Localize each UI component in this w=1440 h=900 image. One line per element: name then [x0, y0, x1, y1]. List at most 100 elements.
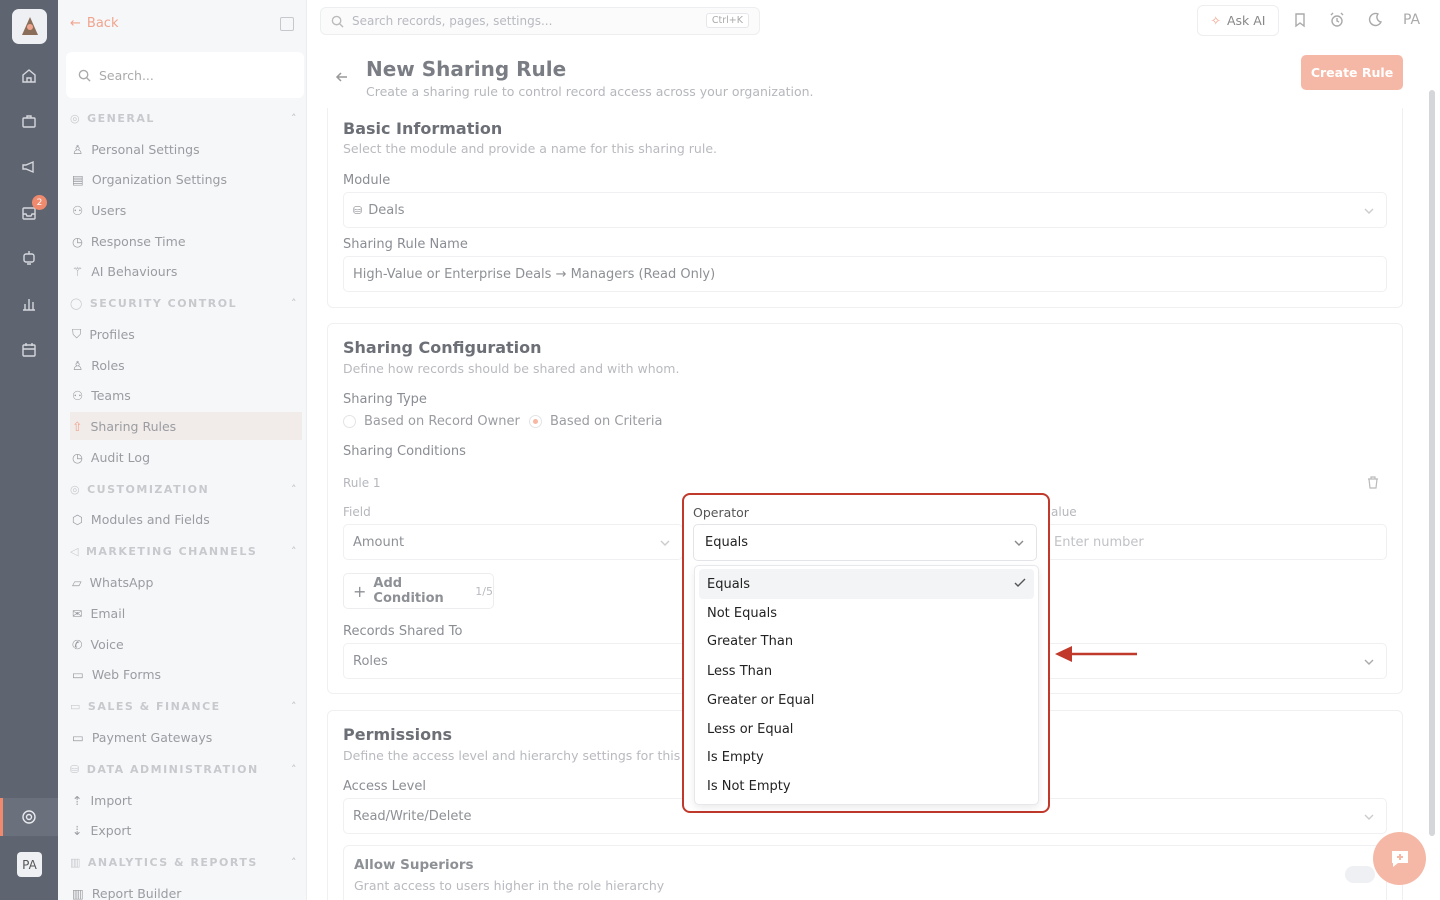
bar-chart-icon: ▥ [70, 856, 82, 869]
sidebar-item-payment-gateways[interactable]: ▭ Payment Gateways [70, 723, 302, 751]
operator-select[interactable]: Equals [693, 524, 1037, 561]
arrow-left-icon[interactable] [335, 70, 349, 84]
field-select[interactable]: Amount [343, 524, 683, 560]
section-sales-finance[interactable]: ▭ SALES & FINANCE ˄ [70, 700, 298, 713]
sidebar-item-label: Modules and Fields [90, 511, 210, 527]
sidebar-item-import[interactable]: ⇡ Import [70, 786, 302, 814]
sidebar-item-web-forms[interactable]: ▭ Web Forms [70, 660, 302, 688]
option-label: Greater or Equal [707, 692, 815, 708]
sidebar-item-users[interactable]: ⚇ Users [70, 196, 302, 224]
operator-option-less-than[interactable]: Less Than [699, 656, 1034, 686]
access-level-label: Access Level [343, 779, 426, 794]
chat-fab[interactable] [1373, 832, 1426, 885]
operator-option-less-or-equal[interactable]: Less or Equal [699, 714, 1034, 744]
value-input[interactable]: Enter number [1044, 524, 1387, 560]
chart-icon[interactable] [19, 294, 39, 314]
chevron-down-icon [1014, 540, 1024, 546]
add-condition-button[interactable]: + Add Condition 1/5 [343, 573, 494, 609]
bot-icon[interactable] [19, 248, 39, 268]
radio-criteria[interactable]: Based on Criteria [529, 414, 662, 429]
back-link[interactable]: ← Back [70, 16, 118, 31]
chevron-up-icon: ˄ [291, 483, 298, 496]
section-customization[interactable]: ◎ CUSTOMIZATION ˄ [70, 483, 298, 496]
sidebar-search[interactable]: Search... [66, 52, 304, 98]
sidebar-item-label: Import [90, 792, 132, 808]
sidebar-item-personal-settings[interactable]: ♙ Personal Settings [70, 135, 302, 163]
share-icon: ⇧ [72, 418, 83, 434]
field-label: Field [343, 505, 371, 519]
user-avatar[interactable]: PA [17, 852, 42, 877]
sidebar-item-roles[interactable]: ♙ Roles [70, 351, 302, 379]
section-title: DATA ADMINISTRATION [86, 763, 259, 776]
page-scrollbar[interactable] [1429, 90, 1435, 836]
operator-option-greater-or-equal[interactable]: Greater or Equal [699, 685, 1034, 715]
app-logo[interactable] [12, 9, 47, 44]
moon-icon[interactable] [1367, 12, 1383, 28]
chat-icon: ▱ [72, 574, 82, 590]
briefcase-icon[interactable] [19, 111, 39, 131]
sidebar-item-response-time[interactable]: ◷ Response Time [70, 227, 302, 255]
option-label: Less or Equal [707, 721, 794, 737]
operator-option-is-empty[interactable]: Is Empty [699, 742, 1034, 772]
sidebar-item-export[interactable]: ⇣ Export [70, 816, 302, 844]
sidebar-item-email[interactable]: ✉ Email [70, 599, 302, 627]
sidebar-item-label: Email [90, 605, 126, 621]
radio-record-owner[interactable]: Based on Record Owner [343, 414, 520, 429]
sidebar-item-whatsapp[interactable]: ▱ WhatsApp [70, 568, 302, 596]
sidebar-item-ai-behaviours[interactable]: ⚚ AI Behaviours [70, 257, 302, 285]
sidebar-item-label: Voice [90, 636, 124, 652]
sidebar-item-label: Teams [91, 387, 131, 403]
sidebar-item-report-builder[interactable]: ▥ Report Builder [70, 879, 302, 900]
operator-option-is-not-empty[interactable]: Is Not Empty [699, 771, 1034, 801]
chevron-up-icon: ˄ [291, 112, 298, 125]
sidebar-item-modules-and-fields[interactable]: ⬡ Modules and Fields [70, 505, 302, 533]
credit-card-icon: ▭ [72, 729, 84, 745]
sharing-config-title: Sharing Configuration [343, 338, 542, 357]
bookmark-icon[interactable] [1292, 12, 1308, 28]
alarm-clock-icon[interactable] [1329, 12, 1345, 28]
allow-superiors-toggle[interactable] [1345, 866, 1375, 883]
trash-icon[interactable] [1367, 476, 1379, 489]
operator-option-greater-than[interactable]: Greater Than [699, 626, 1034, 656]
plus-icon: + [353, 581, 367, 601]
ask-ai-button[interactable]: ✧ Ask AI [1197, 5, 1279, 36]
rule-name-input[interactable]: High-Value or Enterprise Deals → Manager… [343, 256, 1387, 292]
home-icon[interactable] [19, 66, 39, 86]
field-value: Amount [353, 534, 405, 550]
basic-info-subtitle: Select the module and provide a name for… [343, 141, 717, 156]
sidebar-item-profiles[interactable]: ⛉ Profiles [70, 320, 302, 348]
user-initials[interactable]: PA [1403, 12, 1420, 28]
settings-icon[interactable] [19, 807, 39, 827]
sidebar-item-audit-log[interactable]: ◷ Audit Log [70, 443, 302, 471]
operator-option-equals[interactable]: Equals [699, 569, 1034, 599]
value-label: alue [1051, 505, 1077, 519]
radio-label: Based on Record Owner [364, 414, 520, 429]
page-subtitle: Create a sharing rule to control record … [366, 84, 814, 99]
calendar-icon[interactable] [19, 340, 39, 360]
sidebar-item-teams[interactable]: ⚇ Teams [70, 381, 302, 409]
search-icon [78, 69, 91, 82]
module-select[interactable]: ⛁ Deals [343, 192, 1387, 228]
section-data-administration[interactable]: ⛁ DATA ADMINISTRATION ˄ [70, 763, 298, 776]
chevron-down-icon [1364, 814, 1374, 820]
create-rule-button[interactable]: Create Rule [1301, 55, 1403, 90]
operator-option-not-equals[interactable]: Not Equals [699, 598, 1034, 628]
mail-icon: ✉ [72, 605, 83, 621]
sparkle-icon: ✧ [1210, 13, 1221, 28]
section-marketing-channels[interactable]: ◁ MARKETING CHANNELS ˄ [70, 545, 298, 558]
allow-superiors-subtitle: Grant access to users higher in the role… [354, 878, 665, 893]
sharing-conditions-label: Sharing Conditions [343, 444, 466, 459]
sidebar-item-voice[interactable]: ✆ Voice [70, 630, 302, 658]
chevron-up-icon: ˄ [291, 763, 298, 776]
sidebar-item-label: WhatsApp [89, 574, 154, 590]
palette-icon: ◎ [70, 483, 82, 496]
megaphone-icon[interactable] [19, 157, 39, 177]
sidebar-item-organization-settings[interactable]: ▤ Organization Settings [70, 165, 302, 193]
section-security-control[interactable]: ◯ SECURITY CONTROL ˄ [70, 297, 298, 310]
section-general[interactable]: ◎ GENERAL ˄ [70, 112, 298, 125]
section-analytics-reports[interactable]: ▥ ANALYTICS & REPORTS ˄ [70, 856, 298, 869]
global-search[interactable]: Search records, pages, settings... Ctrl+… [320, 7, 760, 35]
allow-superiors-title: Allow Superiors [354, 857, 474, 873]
collapse-sidebar-icon[interactable] [280, 17, 294, 31]
sidebar-item-sharing-rules[interactable]: ⇧ Sharing Rules [70, 412, 302, 440]
